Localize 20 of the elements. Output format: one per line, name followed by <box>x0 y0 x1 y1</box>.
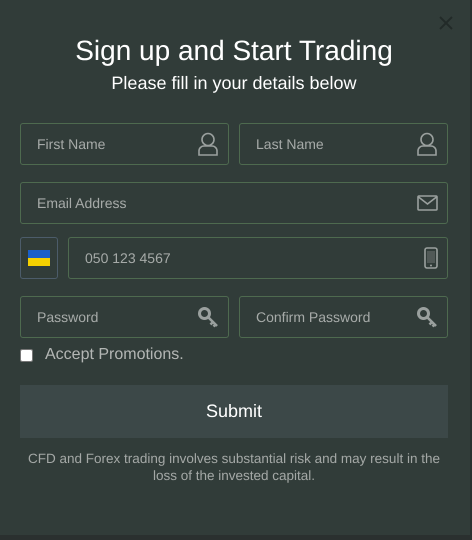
checkbox-label: Accept Promotions. <box>45 346 184 364</box>
country-selector[interactable] <box>20 237 58 279</box>
person-icon <box>197 132 219 156</box>
input-field[interactable]: Last Name <box>239 123 448 165</box>
input-field[interactable]: First Name <box>20 123 229 165</box>
submit-button[interactable]: Submit <box>20 385 448 438</box>
input-field[interactable]: Email Address <box>20 182 448 224</box>
flag-icon <box>28 250 50 266</box>
key-icon <box>198 306 219 328</box>
input-field[interactable]: 050 123 4567 <box>68 237 448 279</box>
form-title: Sign up and Start Trading <box>74 34 394 68</box>
key-icon <box>417 306 438 328</box>
form-subtitle: Please fill in your details below <box>110 72 358 94</box>
risk-disclaimer: CFD and Forex trading involves substantial risk and may result in the loss of the invested capital. <box>27 450 441 484</box>
envelope-icon <box>417 195 438 211</box>
input-field[interactable]: Confirm Password <box>239 296 448 338</box>
input-field[interactable]: Password <box>20 296 229 338</box>
person-icon <box>416 132 438 156</box>
mobile-phone-icon <box>424 247 438 269</box>
promotions-checkbox[interactable] <box>20 348 33 362</box>
